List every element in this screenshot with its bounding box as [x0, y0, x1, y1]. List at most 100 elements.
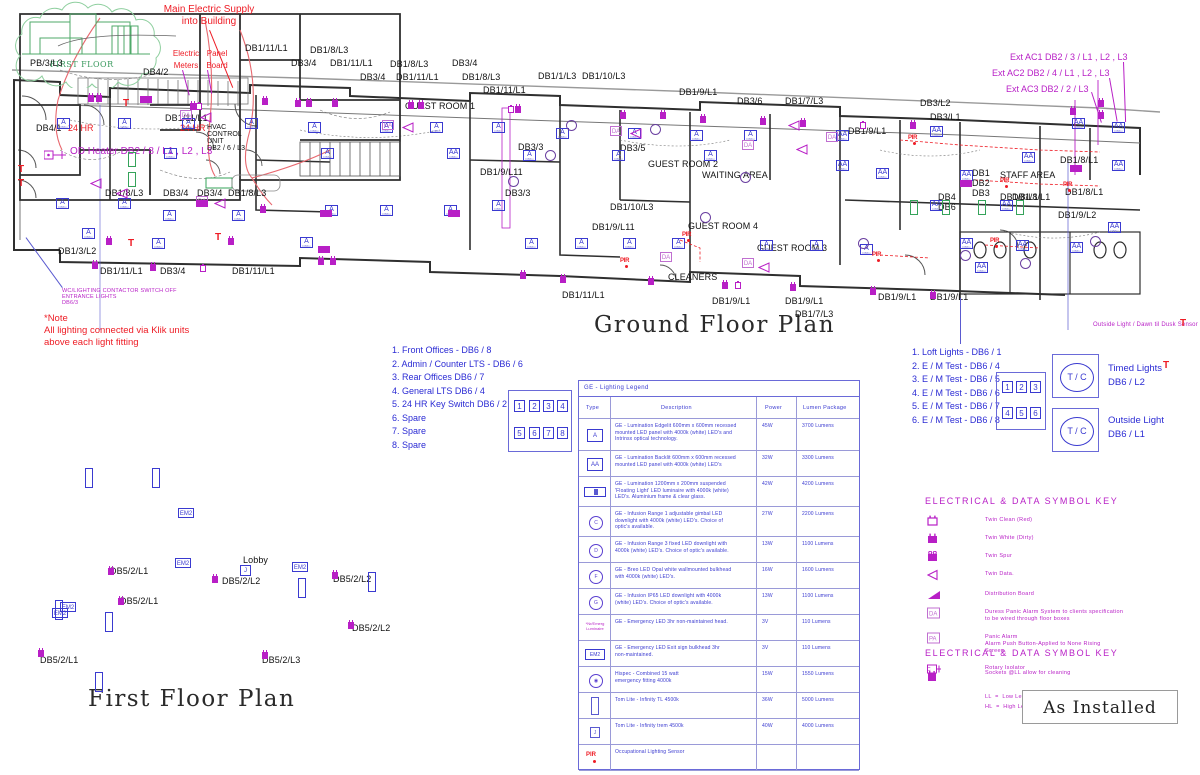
switch-plate-left-2[interactable]: 2: [529, 400, 540, 412]
legend-description-cell: GE - Infusion IP65 LED downlight with 40…: [611, 589, 757, 614]
switch-plate-left-8[interactable]: 8: [557, 427, 568, 439]
twin-data-outlet-7: [116, 188, 128, 199]
pir-sensor-4: PIR: [990, 238, 999, 244]
schedule-right-switch-plate: 1 2 3 4 5 6: [996, 372, 1046, 430]
wc-contactor-line3: DB6/3: [62, 300, 177, 306]
legend-lumen-cell: 4200 Lumens: [797, 477, 859, 506]
first-floor-title: First Floor Plan: [88, 686, 295, 712]
legend-row: GE - Lumination 1200mm x 200mm suspended…: [579, 477, 859, 507]
circuit-label-44: DB1/9/L1: [878, 292, 916, 302]
note-line3: above each light fitting: [44, 337, 189, 349]
switch-plate-right-4[interactable]: 4: [1002, 407, 1013, 419]
legend-lumen-cell: 4000 Lumens: [797, 719, 859, 744]
ff-socket-4: [332, 572, 338, 579]
pir-sensor-5: PIR: [872, 252, 881, 258]
legend-symbol-cell: C: [579, 507, 611, 536]
downlight-8: [545, 150, 556, 161]
panel-board-line2: Board: [200, 60, 234, 72]
switch-plate-right-5[interactable]: 5: [1016, 407, 1027, 419]
switch-plate-right-2[interactable]: 2: [1016, 381, 1027, 393]
legend-description-text: GE - Infusion Range 3 fixed LED downligh…: [615, 541, 729, 554]
legend-power-text: 3V: [762, 619, 768, 625]
light-fitting-a-10: ADB6/x: [690, 130, 703, 141]
circuit-label-16: DB1/9/L1: [679, 87, 717, 97]
legend-power-cell: 15W: [757, 667, 797, 692]
schedule-left-item-3: 4. General LTS DB6 / 4: [392, 385, 523, 399]
electric-meters-annotation: Electric Meters: [168, 48, 204, 72]
switch-plate-left-5[interactable]: 5: [514, 427, 525, 439]
socket-outlet-31: [735, 282, 741, 289]
circuit-label-8: DB3/4: [360, 72, 386, 82]
schedule-left-item-7: 8. Spare: [392, 439, 523, 453]
legend-power-cell: 40W: [757, 719, 797, 744]
legend-lumen-text: 1600 Lumens: [802, 567, 834, 573]
switch-plate-left-3[interactable]: 3: [543, 400, 554, 412]
legend-symbol-cell: PIR: [579, 745, 611, 770]
switch-plate-right-1[interactable]: 1: [1002, 381, 1013, 393]
ext-ac3-annotation: Ext AC3 DB2 / 2 / L3: [1006, 84, 1089, 94]
switch-plate-left-1[interactable]: 1: [514, 400, 525, 412]
outside-light-contactor[interactable]: T / C: [1052, 408, 1099, 452]
symbol-key-title: ELECTRICAL & DATA SYMBOL KEY: [925, 496, 1118, 506]
ff-socket-6: [262, 652, 268, 659]
legend-lumen-cell: 110 Lumens: [797, 641, 859, 666]
ff-j-fitting-12: J: [240, 565, 251, 576]
light-fitting-aa-49: AADB6/x: [1070, 242, 1083, 253]
circuit-label-43: DB1/7/L3: [795, 309, 833, 319]
legend-symbol-cell: AA: [579, 451, 611, 476]
schedule-left-item-2: 3. Rear Offices DB6 / 7: [392, 371, 523, 385]
switch-plate-right-6[interactable]: 6: [1030, 407, 1041, 419]
legend-symbol-cell: [579, 477, 611, 506]
ff-socket-0: [108, 568, 114, 575]
emergency-strip-2: [978, 200, 986, 215]
light-fitting-aa-22: AADB6/x: [836, 160, 849, 171]
legend-col-power: Power: [757, 397, 797, 418]
light-fitting-a-43: ADB6/x: [152, 238, 165, 249]
timed-lights-tc-label: T / C: [1060, 363, 1094, 392]
light-fitting-aa-21: AADB6/x: [1112, 122, 1125, 133]
twin-white-label: Twin White (Dirty): [985, 535, 1034, 542]
timed-lights-contactor[interactable]: T / C: [1052, 354, 1099, 398]
timed-lights-line2: DB6 / L2: [1108, 376, 1162, 390]
pir-sensor-0: PIR: [682, 232, 691, 238]
legend-symbol-cell: F: [579, 563, 611, 588]
schedule-right-item-0: 1. Loft Lights - DB6 / 1: [912, 346, 1002, 360]
switch-plate-left-7[interactable]: 7: [543, 427, 554, 439]
schedule-right-item-5: 6. E / M Test - DB6 / 8: [912, 414, 1002, 428]
legend-description-text: GE - Lumination 1200mm x 200mm suspended…: [615, 481, 729, 501]
note-line1: *Note: [44, 313, 189, 325]
legend-row: CGE - Infusion Range 1 adjustable gimbal…: [579, 507, 859, 537]
switch-plate-right-3[interactable]: 3: [1030, 381, 1041, 393]
pir-sensor-6: PIR: [620, 258, 629, 264]
legend-power-text: 3V: [762, 645, 768, 651]
switch-plate-left-4[interactable]: 4: [557, 400, 568, 412]
legend-header-lumen: Lumen Package: [803, 405, 847, 411]
twin-data-outlet-5: [758, 262, 770, 273]
light-fitting-a-39: ADB6/x: [760, 240, 773, 251]
socket-outlet-33: [870, 288, 876, 295]
socket-outlet-34: [930, 292, 936, 299]
circuit-label-30: DB1/3/L2: [58, 246, 96, 256]
legend-description-cell: GE - Lumination Backlit 600mm x 600mm re…: [611, 451, 757, 476]
cleaning-socket-label: Sockets @LL allow for cleaning: [985, 670, 1071, 677]
light-fitting-a-28: ADB6/x: [118, 198, 131, 209]
switch-plate-left-6[interactable]: 6: [529, 427, 540, 439]
legend-symbol-cell: [579, 693, 611, 718]
light-fitting-a-16: ADB6/x: [612, 150, 625, 161]
twin-white-icon: [927, 533, 942, 545]
light-fitting-a-29: ADB6/x: [163, 210, 176, 221]
socket-outlet-8: [408, 102, 414, 109]
circuit-label-29: DB1/8/L3: [228, 188, 266, 198]
legend-description-text: Occupational Lighting Sensor: [615, 749, 685, 756]
circuit-label-55: GUEST ROOM 1: [405, 101, 475, 111]
legend-power-cell: 27W: [757, 507, 797, 536]
light-fitting-a-27: ADB6/x: [56, 198, 69, 209]
circuit-label-23: DB1/8/L1: [1065, 187, 1103, 197]
od-heater-symbol: [44, 147, 68, 165]
light-fitting-a-35: ADB6/x: [525, 238, 538, 249]
light-fitting-a-44: ADB6/x: [82, 228, 95, 239]
downlight-1: [650, 124, 661, 135]
legend-description-text: Tom Lite - Infinity trem 4500k: [615, 723, 684, 730]
distribution-board-2: [318, 246, 330, 253]
socket-outlet-9: [418, 102, 424, 109]
